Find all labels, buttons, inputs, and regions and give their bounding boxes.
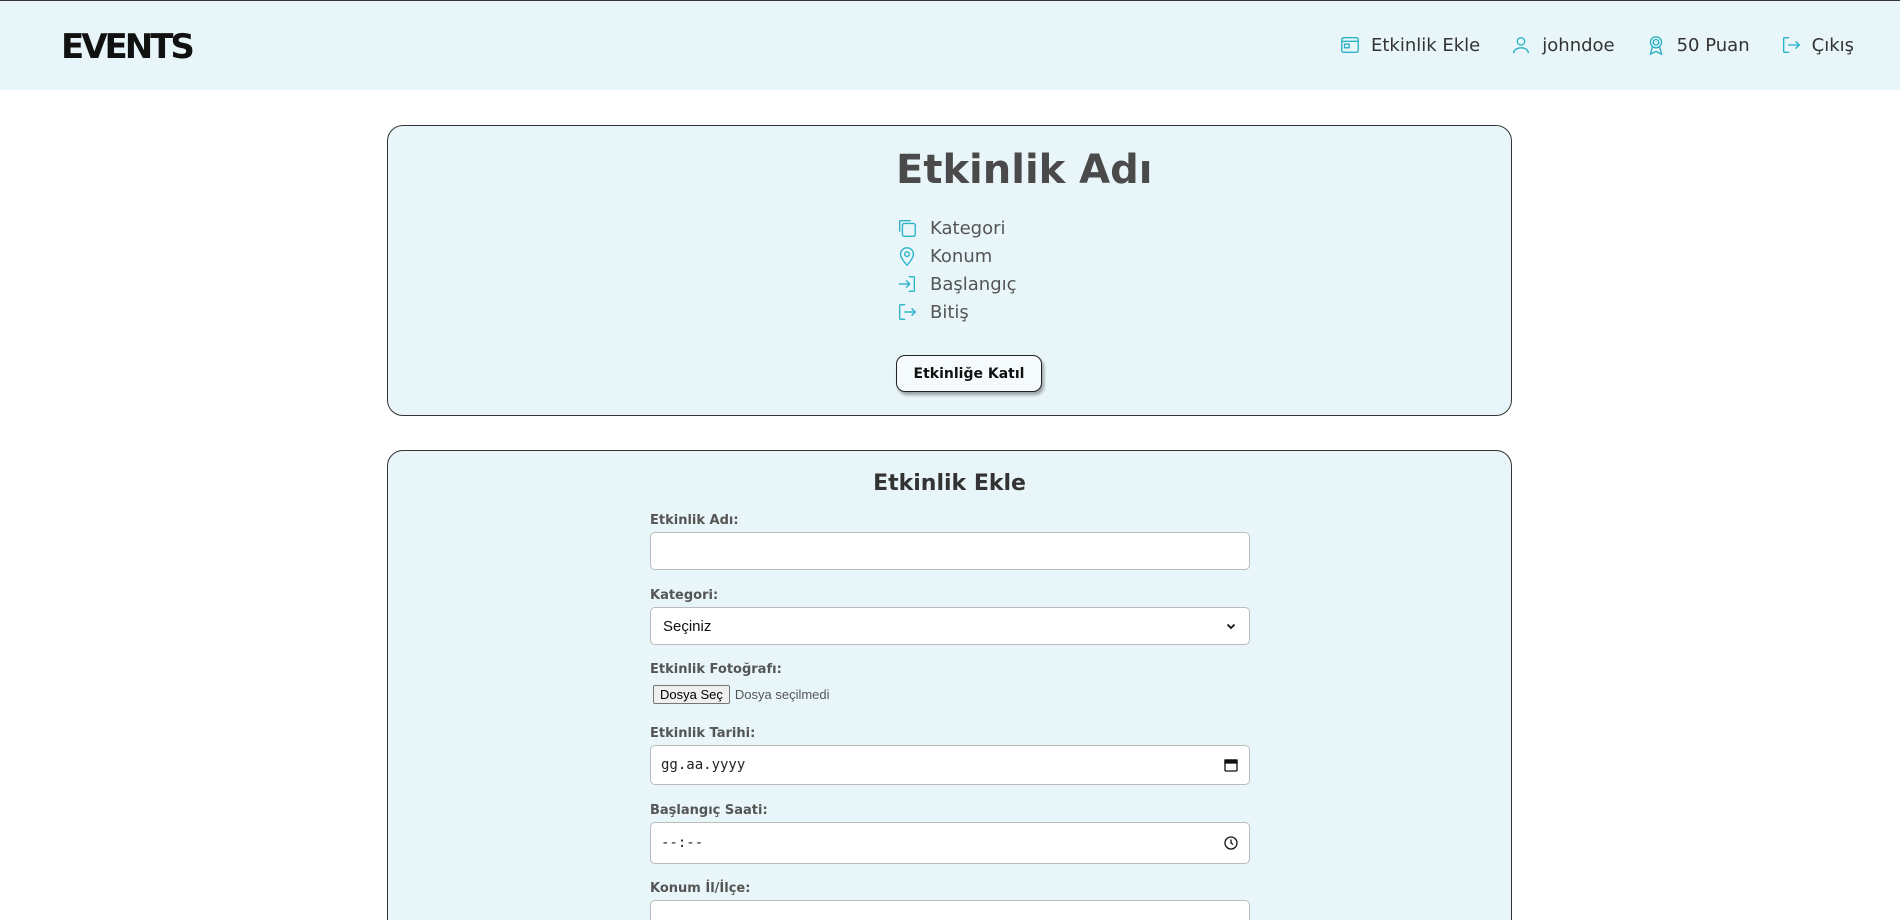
- nav-menu: Etkinlik Ekle johndoe 50 Puan Çıkış: [1309, 34, 1854, 56]
- nav-logout[interactable]: Çıkış: [1780, 34, 1854, 56]
- date-label: Etkinlik Tarihi:: [650, 726, 756, 741]
- event-meta-location-label: Konum: [930, 245, 993, 267]
- chevron-down-icon: [1226, 623, 1236, 630]
- event-meta-start: Başlangıç: [896, 270, 1017, 298]
- location-label: Konum İl/İlçe:: [650, 881, 751, 896]
- award-icon: [1649, 36, 1663, 56]
- nav-points[interactable]: 50 Puan: [1645, 34, 1750, 56]
- start-time-input[interactable]: --:--: [650, 822, 1250, 864]
- event-meta-category-label: Kategori: [930, 217, 1006, 239]
- map-pin-icon: [899, 247, 915, 267]
- event-meta-end-label: Bitiş: [930, 301, 969, 323]
- choose-file-button[interactable]: Dosya Seç: [653, 685, 730, 704]
- nav-points-label: 50 Puan: [1676, 34, 1750, 56]
- add-event-form-card: Etkinlik Ekle Etkinlik Adı: Kategori: Se…: [387, 450, 1512, 920]
- logout-icon: [1782, 36, 1800, 54]
- copy-icon: [898, 219, 916, 237]
- form-title: Etkinlik Ekle: [873, 471, 1026, 496]
- user-icon: [1513, 36, 1530, 54]
- logo[interactable]: EVENTS: [61, 27, 195, 67]
- nav-profile-label: johndoe: [1542, 34, 1615, 56]
- clock-icon[interactable]: [1223, 835, 1239, 851]
- event-name-input[interactable]: [650, 532, 1250, 570]
- event-detail-card: Etkinlik Adı Kategori Konum Başlangıç Bi…: [387, 125, 1512, 416]
- sign-in-icon: [898, 275, 916, 293]
- event-date-input[interactable]: gg.aa.yyyy: [650, 745, 1250, 785]
- event-name-label: Etkinlik Adı:: [650, 513, 739, 528]
- calendar-icon[interactable]: [1223, 757, 1239, 773]
- nav-add-event-label: Etkinlik Ekle: [1370, 34, 1481, 56]
- category-select-value: Seçiniz: [663, 617, 712, 635]
- time-placeholder: --:--: [661, 835, 704, 851]
- event-meta-start-label: Başlangıç: [930, 273, 1017, 295]
- category-select[interactable]: Seçiniz: [650, 607, 1250, 645]
- nav-profile[interactable]: johndoe: [1510, 34, 1615, 56]
- location-input[interactable]: [650, 900, 1250, 920]
- event-meta-category: Kategori: [896, 214, 1017, 242]
- event-meta-location: Konum: [896, 242, 1017, 270]
- nav-logout-label: Çıkış: [1811, 34, 1854, 56]
- start-time-label: Başlangıç Saati:: [650, 803, 768, 818]
- event-meta-end: Bitiş: [896, 298, 1017, 326]
- sign-out-icon: [898, 303, 917, 321]
- file-status-text: Dosya seçilmedi: [734, 687, 830, 702]
- calendar-card-icon: [1341, 36, 1359, 54]
- category-label: Kategori:: [650, 588, 719, 603]
- event-meta-list: Kategori Konum Başlangıç Bitiş: [896, 214, 1017, 326]
- photo-file-input: Dosya Seç Dosya seçilmedi: [653, 685, 830, 704]
- date-placeholder: gg.aa.yyyy: [661, 757, 746, 773]
- nav-add-event[interactable]: Etkinlik Ekle: [1339, 34, 1480, 56]
- photo-label: Etkinlik Fotoğrafı:: [650, 662, 782, 677]
- top-navbar: EVENTS Etkinlik Ekle johndoe 50 Puan Çık…: [0, 0, 1900, 90]
- event-title: Etkinlik Adı: [896, 147, 1153, 193]
- join-event-button[interactable]: Etkinliğe Katıl: [896, 355, 1042, 392]
